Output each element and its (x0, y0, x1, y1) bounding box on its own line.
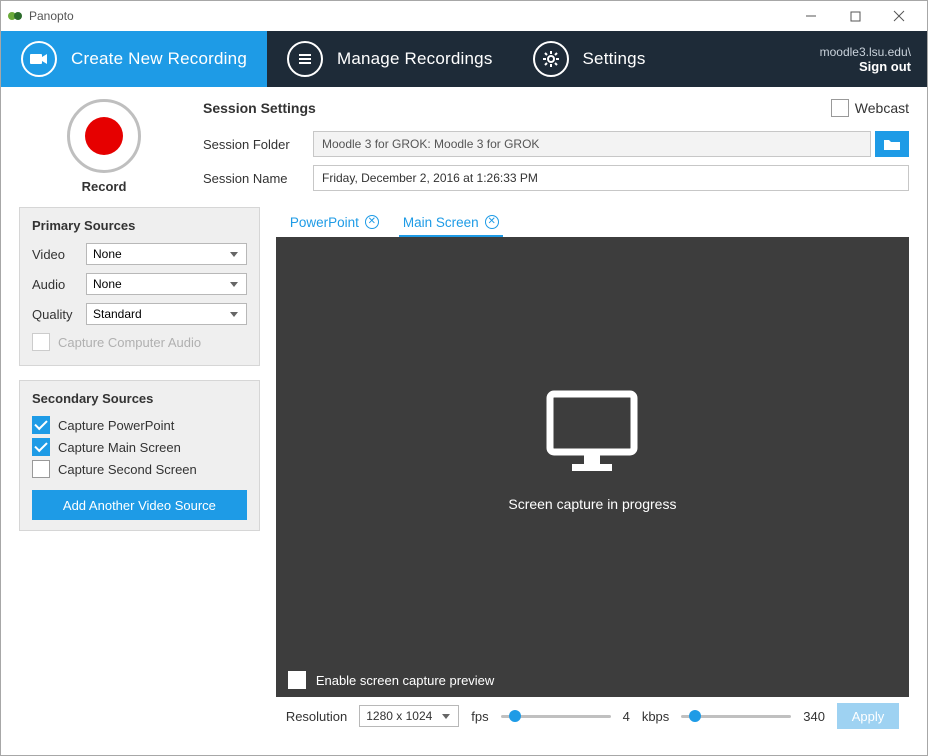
quality-row: Quality Standard (32, 303, 247, 325)
session-row: Record Session Settings Webcast Session … (1, 87, 927, 207)
tab-powerpoint[interactable]: PowerPoint ✕ (286, 213, 383, 237)
body-row: Primary Sources Video None Audio None Qu… (1, 207, 927, 735)
kbps-label: kbps (642, 709, 669, 724)
tab-main-screen-close[interactable]: ✕ (485, 215, 499, 229)
capture-second-screen-option[interactable]: Capture Second Screen (32, 460, 247, 478)
record-block: Record (19, 99, 189, 199)
kbps-value: 340 (803, 709, 825, 724)
nav-create-label: Create New Recording (71, 49, 247, 69)
capture-computer-audio-checkbox (32, 333, 50, 351)
video-dropdown[interactable]: None (86, 243, 247, 265)
record-label: Record (82, 179, 127, 194)
preview-center: Screen capture in progress (276, 237, 909, 663)
folder-icon (883, 137, 901, 151)
session-folder-input[interactable]: Moodle 3 for GROK: Moodle 3 for GROK (313, 131, 871, 157)
secondary-sources-panel: Secondary Sources Capture PowerPoint Cap… (19, 380, 260, 531)
session-name-row: Session Name Friday, December 2, 2016 at… (203, 165, 909, 191)
session-settings-title-text: Session Settings (203, 100, 316, 116)
monitor-icon (542, 388, 642, 478)
capture-main-screen-option[interactable]: Capture Main Screen (32, 438, 247, 456)
add-video-source-button[interactable]: Add Another Video Source (32, 490, 247, 520)
kbps-slider[interactable] (681, 708, 791, 724)
titlebar: Panopto (1, 1, 927, 31)
left-column: Primary Sources Video None Audio None Qu… (19, 207, 260, 729)
capture-second-screen-label: Capture Second Screen (58, 462, 197, 477)
quality-dropdown[interactable]: Standard (86, 303, 247, 325)
audio-row: Audio None (32, 273, 247, 295)
app-title: Panopto (29, 9, 74, 23)
webcast-label: Webcast (855, 100, 909, 116)
quality-label: Quality (32, 307, 86, 322)
list-icon (287, 41, 323, 77)
close-button[interactable] (877, 2, 921, 30)
enable-preview-checkbox[interactable] (288, 671, 306, 689)
enable-preview-label: Enable screen capture preview (316, 673, 495, 688)
capture-main-screen-checkbox[interactable] (32, 438, 50, 456)
webcast-checkbox[interactable] (831, 99, 849, 117)
navbar: Create New Recording Manage Recordings S… (1, 31, 927, 87)
resolution-label: Resolution (286, 709, 347, 724)
kbps-slider-thumb[interactable] (689, 710, 701, 722)
right-column: PowerPoint ✕ Main Screen ✕ Screen captur… (276, 207, 909, 729)
app-window: Panopto Create New Recording Manage Reco… (0, 0, 928, 756)
capture-settings-footer: Resolution 1280 x 1024 fps 4 kbps 340 Ap… (276, 697, 909, 729)
fps-slider-thumb[interactable] (509, 710, 521, 722)
minimize-button[interactable] (789, 2, 833, 30)
nav-create-recording[interactable]: Create New Recording (1, 31, 267, 87)
record-button[interactable] (67, 99, 141, 173)
resolution-dropdown[interactable]: 1280 x 1024 (359, 705, 459, 727)
record-icon (85, 117, 123, 155)
video-label: Video (32, 247, 86, 262)
preview-area: Screen capture in progress Enable screen… (276, 237, 909, 697)
gear-icon (533, 41, 569, 77)
maximize-button[interactable] (833, 2, 877, 30)
tab-main-screen-label: Main Screen (403, 215, 479, 230)
panopto-logo-icon (7, 8, 23, 24)
capture-powerpoint-option[interactable]: Capture PowerPoint (32, 416, 247, 434)
capture-computer-audio-option: Capture Computer Audio (32, 333, 247, 351)
webcast-option[interactable]: Webcast (831, 99, 909, 117)
nav-settings[interactable]: Settings (513, 31, 666, 87)
window-controls (789, 2, 921, 30)
signout-link[interactable]: Sign out (820, 59, 911, 74)
nav-account: moodle3.lsu.edu\ Sign out (804, 31, 927, 87)
nav-manage-label: Manage Recordings (337, 49, 493, 69)
capture-powerpoint-checkbox[interactable] (32, 416, 50, 434)
capture-computer-audio-label: Capture Computer Audio (58, 335, 201, 350)
host-label: moodle3.lsu.edu\ (820, 45, 911, 59)
tab-powerpoint-close[interactable]: ✕ (365, 215, 379, 229)
tab-main-screen[interactable]: Main Screen ✕ (399, 213, 503, 237)
preview-message: Screen capture in progress (508, 496, 676, 512)
source-tabs: PowerPoint ✕ Main Screen ✕ (276, 207, 909, 237)
session-settings: Session Settings Webcast Session Folder … (203, 99, 909, 199)
session-settings-title: Session Settings Webcast (203, 99, 909, 117)
preview-bottom-bar: Enable screen capture preview (276, 663, 909, 697)
primary-sources-title: Primary Sources (32, 218, 247, 233)
session-folder-row: Session Folder Moodle 3 for GROK: Moodle… (203, 131, 909, 157)
tab-powerpoint-label: PowerPoint (290, 215, 359, 230)
nav-manage-recordings[interactable]: Manage Recordings (267, 31, 513, 87)
fps-value: 4 (623, 709, 630, 724)
audio-dropdown[interactable]: None (86, 273, 247, 295)
session-folder-label: Session Folder (203, 137, 313, 152)
audio-label: Audio (32, 277, 86, 292)
browse-folder-button[interactable] (875, 131, 909, 157)
fps-label: fps (471, 709, 488, 724)
session-name-label: Session Name (203, 171, 313, 186)
capture-powerpoint-label: Capture PowerPoint (58, 418, 174, 433)
nav-settings-label: Settings (583, 49, 646, 69)
fps-slider[interactable] (501, 708, 611, 724)
apply-button[interactable]: Apply (837, 703, 899, 729)
secondary-sources-title: Secondary Sources (32, 391, 247, 406)
capture-main-screen-label: Capture Main Screen (58, 440, 181, 455)
primary-sources-panel: Primary Sources Video None Audio None Qu… (19, 207, 260, 366)
session-name-input[interactable]: Friday, December 2, 2016 at 1:26:33 PM (313, 165, 909, 191)
video-row: Video None (32, 243, 247, 265)
capture-second-screen-checkbox[interactable] (32, 460, 50, 478)
camera-icon (21, 41, 57, 77)
